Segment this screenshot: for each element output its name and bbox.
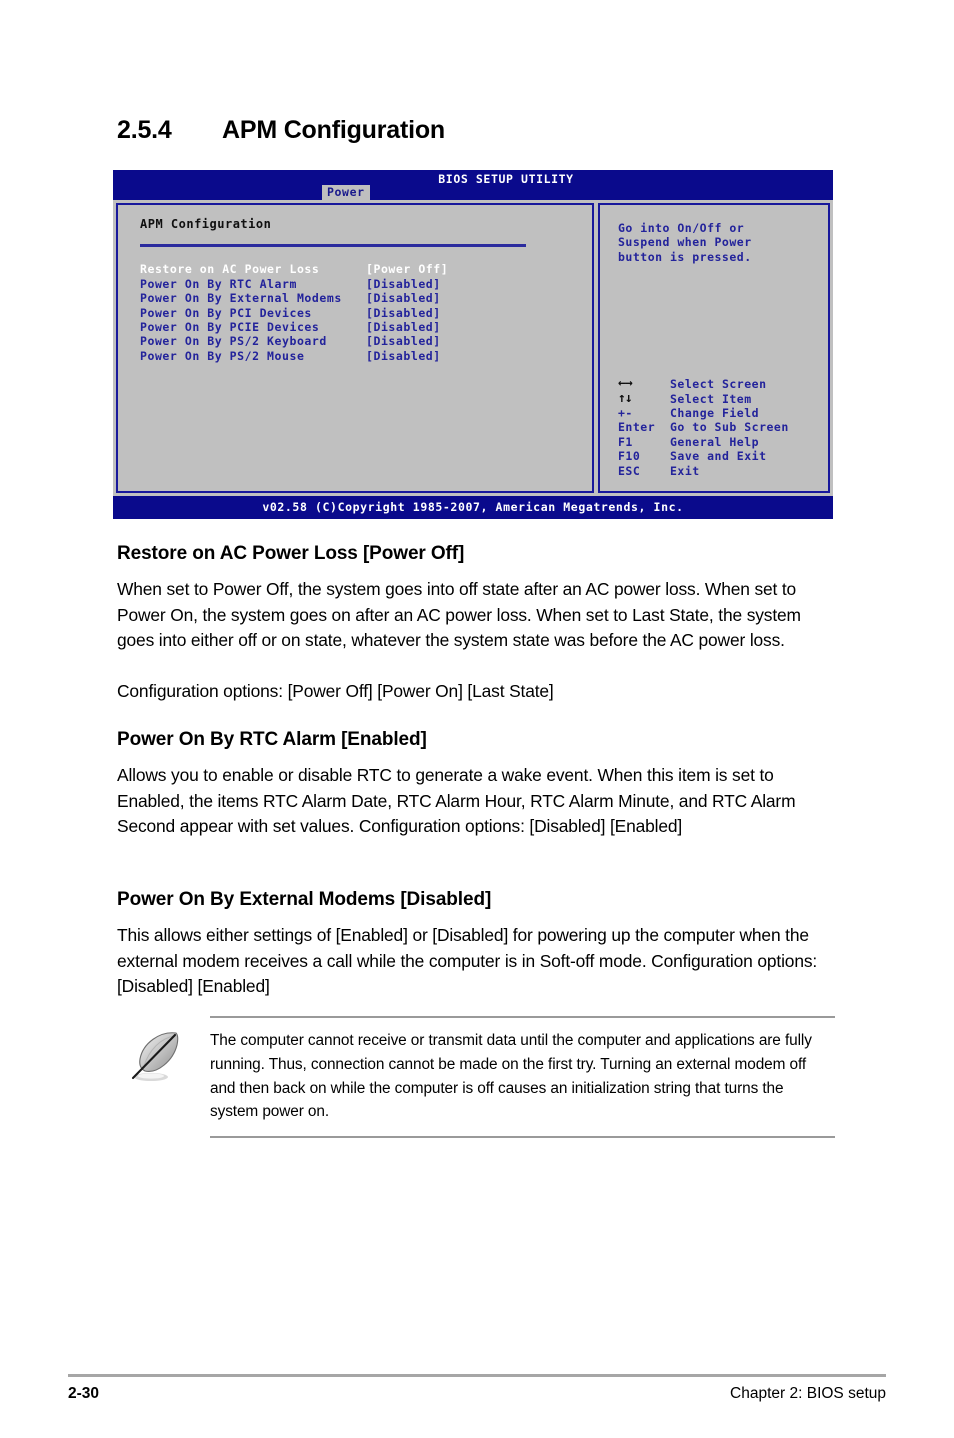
bios-legend-desc: Save and Exit <box>670 449 767 464</box>
bios-utility-title: BIOS SETUP UTILITY <box>438 172 574 186</box>
bios-legend-key: F1 <box>618 434 633 449</box>
bios-option-label: Power On By PS/2 Mouse <box>140 348 305 363</box>
section-heading-external-modems: Power On By External Modems [Disabled] <box>117 889 492 910</box>
bios-help-line: Suspend when Power <box>618 235 752 250</box>
section-body-restore-ac-power-loss: When set to Power Off, the system goes i… <box>117 579 801 651</box>
bios-legend-row: F10 Save and Exit <box>618 449 789 463</box>
bios-legend-row: ↑↓ Select Item <box>618 390 789 406</box>
bios-option-label: Power On By PS/2 Keyboard <box>140 334 327 349</box>
bios-option-value[interactable]: [Disabled] <box>366 291 441 305</box>
bios-title-bar: BIOS SETUP UTILITY Power <box>113 170 833 201</box>
bios-option-value[interactable]: [Disabled] <box>366 320 441 334</box>
bios-tab-power[interactable]: Power <box>322 185 370 201</box>
bios-option-row[interactable]: Restore on AC Power Loss [Power Off] <box>140 262 592 276</box>
footer-divider <box>68 1374 886 1377</box>
bios-option-row[interactable]: Power On By PS/2 Keyboard [Disabled] <box>140 334 592 348</box>
section-heading-restore-ac-power-loss: Restore on AC Power Loss [Power Off] <box>117 543 465 564</box>
bios-option-row[interactable]: Power On By External Modems [Disabled] <box>140 291 592 305</box>
arrow-keys-icon: ↑↓ <box>618 390 633 406</box>
footer-page-number: 2-30 <box>68 1385 100 1402</box>
arrow-keys-icon: ←→ <box>618 376 633 392</box>
section-body-rtc-alarm: Allows you to enable or disable RTC to g… <box>117 765 796 837</box>
bios-setup-screenshot: BIOS SETUP UTILITY Power APM Configurati… <box>113 170 833 520</box>
bios-body: APM Configuration Restore on AC Power Lo… <box>113 200 833 496</box>
page-title-number: 2.5.4 <box>117 116 172 144</box>
bios-option-row[interactable]: Power On By RTC Alarm [Disabled] <box>140 277 592 291</box>
bios-help-line: Go into On/Off or <box>618 221 745 235</box>
bios-option-list: Restore on AC Power Loss [Power Off] Power… <box>140 262 592 363</box>
bios-option-label: Power On By PCIE Devices <box>140 319 320 334</box>
bios-legend-desc: Select Item <box>670 391 752 406</box>
bios-legend-key: +- <box>618 406 633 421</box>
note-text: The computer cannot receive or transmit … <box>210 1032 812 1121</box>
page-title-text: APM Configuration <box>222 116 445 144</box>
quill-pen-icon <box>127 1018 210 1136</box>
bios-legend-row: F1 General Help <box>618 435 789 449</box>
bios-section-divider <box>140 244 526 248</box>
bios-option-label: Power On By RTC Alarm <box>140 276 297 291</box>
bios-copyright-bar: v02.58 (C)Copyright 1985-2007, American … <box>113 496 833 520</box>
bios-legend-desc: Select Screen <box>670 377 767 392</box>
bios-option-row[interactable]: Power On By PCIE Devices [Disabled] <box>140 320 592 334</box>
bios-legend-row: ESC Exit <box>618 464 789 478</box>
bios-legend-key: ESC <box>618 463 641 478</box>
page-title: 2.5.4 APM Configuration <box>117 116 445 145</box>
bios-key-legend: ←→ Select Screen ↑↓ Select Item +- Change Fie… <box>618 376 789 478</box>
bios-option-value[interactable]: [Disabled] <box>366 334 441 348</box>
note-bottom-rule <box>210 1136 835 1139</box>
bios-option-value[interactable]: [Disabled] <box>366 306 441 320</box>
bios-legend-row: ←→ Select Screen <box>618 376 789 392</box>
bios-legend-row: Enter Go to Sub Screen <box>618 420 789 434</box>
bios-option-label: Power On By PCI Devices <box>140 305 312 320</box>
bios-legend-key: F10 <box>618 449 641 464</box>
bios-option-value[interactable]: [Disabled] <box>366 349 441 363</box>
bios-legend-row: +- Change Field <box>618 406 789 420</box>
bios-legend-desc: Go to Sub Screen <box>670 420 789 435</box>
bios-legend-desc: Exit <box>670 463 700 478</box>
bios-legend-desc: Change Field <box>670 406 760 421</box>
bios-option-label: Power On By External Modems <box>140 291 342 306</box>
section-body-external-modems: This allows either settings of [Enabled]… <box>117 925 818 997</box>
bios-option-value[interactable]: [Disabled] <box>366 277 441 291</box>
bios-settings-pane: APM Configuration Restore on AC Power Lo… <box>116 203 594 493</box>
bios-legend-key: Enter <box>618 420 656 435</box>
bios-option-label: Restore on AC Power Loss <box>140 262 320 277</box>
section-options-restore-ac-power-loss: Configuration options: [Power Off] [Powe… <box>117 681 554 701</box>
bios-help-pane: Go into On/Off or Suspend when Power butto… <box>598 203 830 493</box>
bios-section-title: APM Configuration <box>140 217 272 231</box>
bios-help-text: Go into On/Off or Suspend when Power butto… <box>618 221 828 264</box>
bios-option-row[interactable]: Power On By PS/2 Mouse [Disabled] <box>140 349 592 363</box>
bios-legend-desc: General Help <box>670 434 760 449</box>
note-callout: The computer cannot receive or transmit … <box>127 1016 835 1139</box>
bios-option-value[interactable]: [Power Off] <box>366 262 448 276</box>
section-heading-rtc-alarm: Power On By RTC Alarm [Enabled] <box>117 729 427 750</box>
footer-chapter-label: Chapter 2: BIOS setup <box>730 1385 886 1402</box>
bios-option-row[interactable]: Power On By PCI Devices [Disabled] <box>140 306 592 320</box>
bios-help-line: button is pressed. <box>618 249 752 264</box>
